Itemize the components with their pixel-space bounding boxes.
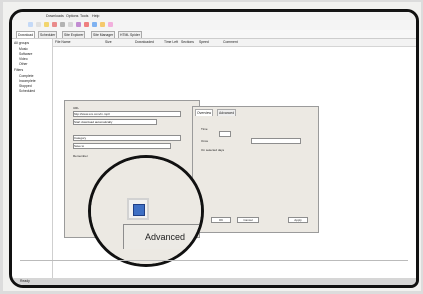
tab-overview[interactable]: Overview [195, 109, 214, 116]
toolbar-icon-2[interactable] [36, 22, 41, 27]
download-columns: File Name Size Downloaded Time Left Sect… [53, 39, 416, 47]
column-comment[interactable]: Comment [223, 40, 238, 44]
toolbar-icon-5[interactable] [60, 22, 65, 27]
download-icon [127, 198, 149, 220]
tab-scheduler[interactable]: Scheduler [38, 31, 58, 38]
status-bar: Ready [12, 278, 416, 285]
ok-button[interactable]: OK [211, 217, 231, 223]
column-speed[interactable]: Speed [199, 40, 209, 44]
tree-item-stopped[interactable]: Stopped [19, 84, 32, 88]
toolbar-icon-4[interactable] [52, 22, 57, 27]
menu-item-help[interactable]: Help [92, 14, 99, 18]
category-tree: All groups Music Software Video Other Fi… [12, 39, 53, 285]
menu-item-options[interactable]: Options [66, 14, 78, 18]
remember-checkbox[interactable]: Remember [73, 154, 88, 158]
tree-item-video[interactable]: Video [19, 57, 28, 61]
toolbar-icon-11[interactable] [108, 22, 113, 27]
tree-item-filters[interactable]: Filters [14, 68, 23, 72]
tree-root[interactable]: All groups [14, 41, 29, 45]
menu-item-downloads[interactable]: Downloads [46, 14, 64, 18]
divider-line [20, 260, 408, 261]
category-select[interactable]: Category [73, 135, 181, 141]
tree-item-music[interactable]: Music [19, 47, 28, 51]
advanced-button[interactable]: Advanced [123, 224, 201, 249]
tree-item-scheduled[interactable]: Scheduled [19, 89, 35, 93]
tab-strip: Download Scheduler Site Explorer Site Ma… [12, 30, 416, 39]
menu-item-tools[interactable]: Tools [80, 14, 88, 18]
once-option[interactable]: Once [201, 139, 208, 143]
selected-days-option[interactable]: On selected days [201, 148, 224, 152]
toolbar-icon-7[interactable] [76, 22, 81, 27]
tab-html-spider[interactable]: HTML Spider [118, 31, 142, 38]
apply-button[interactable]: Apply [288, 217, 308, 223]
tab-site-explorer[interactable]: Site Explorer [62, 31, 86, 38]
scheduler-dialog: Overview Advanced Time Once On selected … [192, 106, 319, 233]
column-size[interactable]: Size [105, 40, 112, 44]
url-input[interactable]: http://www.xxx.com/m.mp3 [73, 111, 181, 117]
cancel-button[interactable]: Cancel [237, 217, 259, 223]
tree-item-complete[interactable]: Complete [19, 74, 34, 78]
checkbox-auto-start[interactable]: Start download automatically [73, 119, 157, 125]
toolbar-icon-6[interactable] [68, 22, 73, 27]
date-field[interactable] [251, 138, 301, 144]
magnifier-lens: Advanced [88, 155, 204, 267]
save-path-input[interactable]: Save to [73, 143, 171, 149]
toolbar-icon-8[interactable] [84, 22, 89, 27]
app-window: Downloads Options Tools Help Download Sc… [9, 9, 419, 288]
column-time-left[interactable]: Time Left [164, 40, 178, 44]
screenshot-background: Downloads Options Tools Help Download Sc… [3, 2, 421, 291]
column-sections[interactable]: Sections [181, 40, 194, 44]
time-field[interactable] [219, 131, 231, 137]
toolbar-icon-3[interactable] [44, 22, 49, 27]
tab-download[interactable]: Download [16, 31, 36, 38]
toolbar-icon-9[interactable] [92, 22, 97, 27]
column-downloaded[interactable]: Downloaded [135, 40, 154, 44]
tree-item-incomplete[interactable]: Incomplete [19, 79, 36, 83]
toolbar-icon-1[interactable] [28, 22, 33, 27]
tree-item-software[interactable]: Software [19, 52, 32, 56]
url-label: URL [73, 106, 80, 110]
tab-advanced[interactable]: Advanced [217, 109, 237, 116]
toolbar-icon-10[interactable] [100, 22, 105, 27]
column-file-name[interactable]: File Name [55, 40, 70, 44]
tree-item-other[interactable]: Other [19, 62, 27, 66]
tab-site-manager[interactable]: Site Manager [91, 31, 116, 38]
status-text: Ready [20, 279, 30, 283]
time-label: Time [201, 127, 208, 131]
